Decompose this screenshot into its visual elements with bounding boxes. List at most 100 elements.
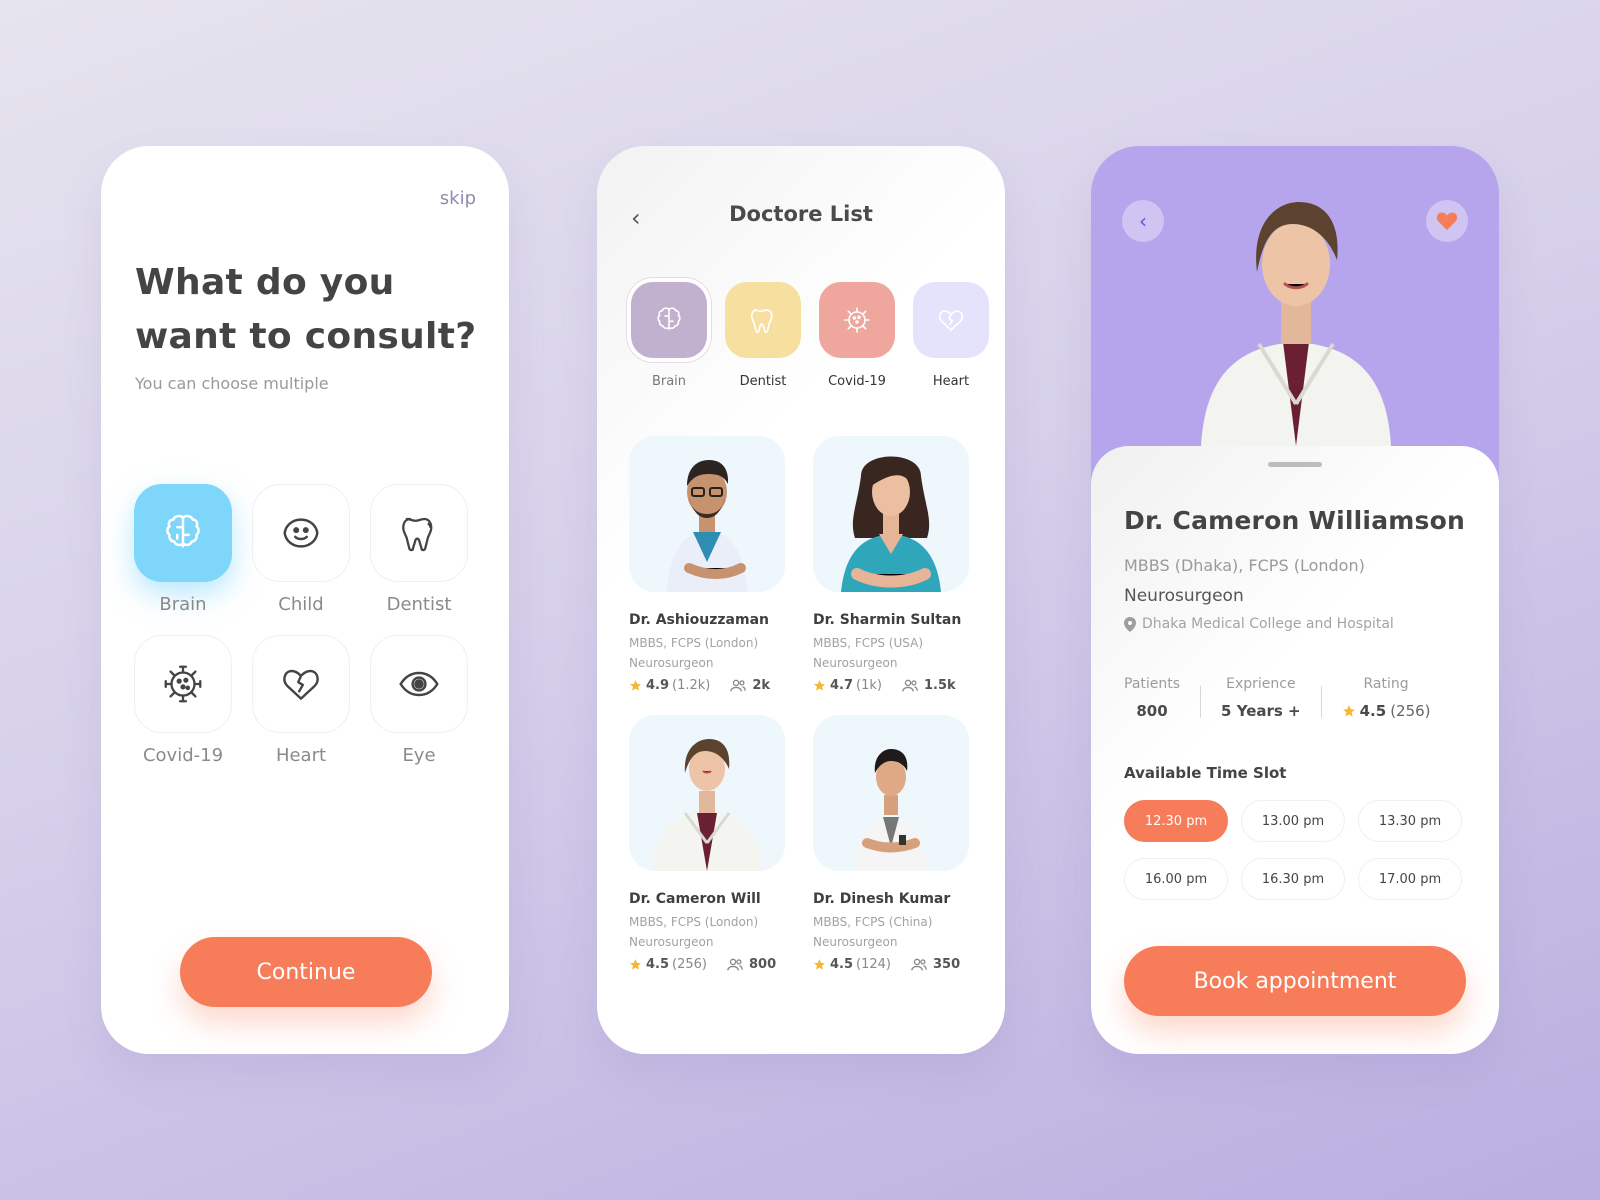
doctor-card[interactable]: Dr. Sharmin Sultan MBBS, FCPS (USA) Neur…	[813, 436, 969, 693]
doctor-list-screen: ‹ Doctore List Brain Dentist Covid-19 He…	[597, 146, 1005, 1054]
continue-button[interactable]: Continue	[180, 937, 432, 1007]
doctor-location: Dhaka Medical College and Hospital	[1124, 616, 1394, 632]
rating-value: 4.7	[830, 678, 854, 693]
stat-value: 800	[1136, 702, 1168, 720]
doctor-stats: 4.5 (256) 800	[629, 957, 785, 972]
doctor-stats: 4.5 (124) 350	[813, 957, 969, 972]
review-count: (256)	[672, 957, 707, 972]
tooth-icon	[750, 309, 773, 333]
star-icon	[1342, 705, 1355, 717]
rating-value: 4.9	[646, 678, 670, 693]
stat-experience: Exprience 5 Years +	[1221, 676, 1301, 720]
doctor-card[interactable]: Dr. Ashiouzzaman MBBS, FCPS (London) Neu…	[629, 436, 785, 693]
doctor-photo	[813, 715, 969, 871]
rating-count: (256)	[1390, 702, 1431, 720]
skip-link[interactable]: skip	[440, 188, 476, 209]
rating-value: 4.5	[1359, 702, 1387, 720]
category-tile[interactable]	[370, 635, 468, 733]
chip-tile[interactable]	[913, 282, 989, 358]
star-icon	[814, 680, 825, 691]
review-count: (1k)	[856, 678, 882, 693]
time-slot[interactable]: 13.30 pm	[1358, 800, 1462, 842]
star-icon	[814, 959, 825, 970]
category-covid[interactable]: Covid-19	[134, 635, 232, 766]
doctor-specialty: Neurosurgeon	[813, 656, 898, 670]
broken-heart-icon	[283, 669, 319, 700]
heart-icon	[1436, 212, 1458, 231]
category-label: Covid-19	[142, 745, 224, 766]
category-tile[interactable]	[134, 484, 232, 582]
filter-chip-dentist[interactable]: Dentist	[725, 282, 801, 389]
time-slot-heading: Available Time Slot	[1124, 764, 1287, 782]
category-eye[interactable]: Eye	[370, 635, 468, 766]
doctor-degree: MBBS, FCPS (London)	[629, 915, 759, 929]
favorite-button[interactable]	[1426, 200, 1468, 242]
chevron-left-icon: ‹	[1139, 209, 1147, 233]
book-appointment-button[interactable]: Book appointment	[1124, 946, 1466, 1016]
doctor-profile-screen: ‹ Dr. Cameron Williamson MBBS (Dhaka), F…	[1091, 146, 1499, 1054]
chip-label: Brain	[651, 374, 687, 389]
filter-chip-brain[interactable]: Brain	[631, 282, 707, 389]
patients-icon	[727, 958, 743, 971]
doctor-name: Dr. Sharmin Sultan	[813, 612, 962, 628]
chip-label: Heart	[932, 374, 970, 389]
rating-value: 4.5	[830, 957, 854, 972]
tooth-icon	[402, 517, 433, 552]
back-button[interactable]: ‹	[1122, 200, 1164, 242]
doctor-degree: MBBS (Dhaka), FCPS (London)	[1124, 556, 1365, 575]
doctor-avatar-illustration	[651, 739, 763, 871]
patient-count: 1.5k	[923, 678, 956, 693]
consult-category-screen: skip What do you want to consult? You ca…	[101, 146, 509, 1054]
time-slot[interactable]: 16.30 pm	[1241, 858, 1345, 900]
patients-icon	[730, 679, 747, 692]
doctor-degree: MBBS, FCPS (USA)	[813, 636, 923, 650]
filter-chip-covid[interactable]: Covid-19	[819, 282, 895, 389]
category-tile[interactable]	[370, 484, 468, 582]
star-icon	[630, 959, 641, 970]
time-slot[interactable]: 17.00 pm	[1358, 858, 1462, 900]
filter-chip-heart[interactable]: Heart	[913, 282, 989, 389]
doctor-name: Dr. Ashiouzzaman	[629, 612, 769, 628]
location-pin-icon	[1124, 616, 1136, 632]
doctor-name: Dr. Cameron Williamson	[1124, 506, 1465, 535]
star-icon	[630, 680, 641, 691]
doctor-card[interactable]: Dr. Dinesh Kumar MBBS, FCPS (China) Neur…	[813, 715, 969, 972]
patient-count: 2k	[752, 678, 771, 693]
category-heart[interactable]: Heart	[252, 635, 350, 766]
doctor-photo	[629, 715, 785, 871]
category-label: Brain	[159, 594, 207, 615]
stat-label: Patients	[1124, 676, 1181, 692]
page-title: Doctore List	[729, 202, 873, 226]
time-slot[interactable]: 16.00 pm	[1124, 858, 1228, 900]
chip-label: Covid-19	[828, 374, 886, 389]
stat-rating: Rating 4.5 (256)	[1342, 676, 1431, 720]
doctor-specialty: Neurosurgeon	[629, 935, 714, 949]
time-slot[interactable]: 12.30 pm	[1124, 800, 1228, 842]
category-tile[interactable]	[252, 484, 350, 582]
doctor-card[interactable]: Dr. Cameron Will MBBS, FCPS (London) Neu…	[629, 715, 785, 972]
time-slot[interactable]: 13.00 pm	[1241, 800, 1345, 842]
category-label: Dentist	[386, 594, 452, 615]
category-tile[interactable]	[134, 635, 232, 733]
stat-label: Rating	[1363, 676, 1409, 692]
doctor-details-sheet: Dr. Cameron Williamson MBBS (Dhaka), FCP…	[1091, 446, 1499, 1054]
stat-label: Exprience	[1226, 676, 1296, 692]
chip-tile[interactable]	[819, 282, 895, 358]
category-tile[interactable]	[252, 635, 350, 733]
patient-count: 350	[933, 957, 961, 972]
chip-tile[interactable]	[631, 282, 707, 358]
doctor-avatar-illustration	[667, 460, 747, 592]
category-dentist[interactable]: Dentist	[370, 484, 468, 615]
category-brain[interactable]: Brain	[134, 484, 232, 615]
category-label: Eye	[402, 745, 436, 766]
child-face-icon	[283, 518, 319, 548]
category-label: Child	[278, 594, 324, 615]
drag-handle[interactable]	[1268, 462, 1322, 467]
stat-value: 4.5 (256)	[1342, 702, 1431, 720]
chip-tile[interactable]	[725, 282, 801, 358]
stat-patients: Patients 800	[1124, 676, 1180, 720]
review-count: (1.2k)	[672, 678, 711, 693]
category-child[interactable]: Child	[252, 484, 350, 615]
rating-value: 4.5	[646, 957, 670, 972]
divider	[1320, 686, 1322, 718]
